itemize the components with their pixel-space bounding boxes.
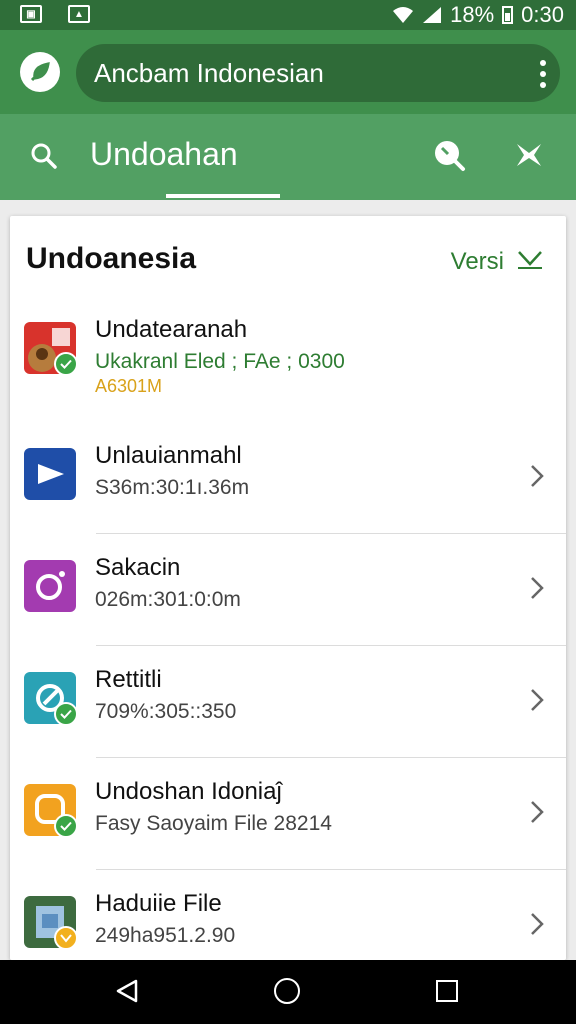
item-icon — [24, 560, 76, 612]
toolbar: Undoahan — [0, 114, 576, 200]
check-badge-icon — [54, 702, 78, 726]
warning-badge-icon — [54, 926, 78, 950]
check-badge-icon — [54, 814, 78, 838]
chevron-right-icon[interactable] — [530, 464, 544, 488]
list-item[interactable]: Unlauianmahl S36m:30:1ı.36m — [10, 422, 566, 534]
item-extra: A6301M — [95, 376, 163, 396]
list-item[interactable]: Haduiie File 249ha951.2.90 — [10, 870, 566, 960]
app-title-pill[interactable]: Ancbam Indonesian — [76, 44, 560, 102]
active-tab-indicator — [166, 194, 280, 198]
chevron-down-icon[interactable] — [516, 246, 544, 270]
check-badge-icon — [54, 352, 78, 376]
battery-icon — [502, 6, 514, 24]
item-name: Undatearanah — [95, 316, 248, 343]
item-subtitle: Ukakranl Eled ; FAe ; 0300 — [95, 350, 345, 373]
item-subtitle: 249ha951.2.90 — [95, 924, 236, 947]
download-card: Undoanesia Versi Undatearanah Ukakranl E… — [10, 216, 566, 960]
more-options-icon[interactable] — [540, 60, 546, 88]
navigation-bar — [0, 960, 576, 1024]
gallery-icon: ▣ — [20, 5, 42, 23]
app-logo-icon[interactable] — [20, 52, 60, 92]
version-link[interactable]: Versi — [451, 248, 504, 276]
back-icon[interactable] — [114, 978, 140, 1004]
recent-apps-icon[interactable] — [436, 980, 458, 1002]
app-title: Ancbam Indonesian — [94, 58, 324, 88]
item-subtitle: 709%:305::350 — [95, 700, 237, 723]
item-name: Sakacin — [95, 554, 181, 581]
list-item[interactable]: Undatearanah Ukakranl Eled ; FAe ; 0300 … — [10, 296, 566, 408]
chevron-right-icon[interactable] — [530, 800, 544, 824]
item-icon — [24, 448, 76, 500]
chevron-right-icon[interactable] — [530, 688, 544, 712]
card-heading: Undoanesia — [26, 242, 197, 275]
item-subtitle: 026m:301:0:0m — [95, 588, 241, 611]
app-bar: Ancbam Indonesian — [0, 30, 576, 114]
close-star-icon[interactable] — [514, 140, 544, 170]
item-subtitle: S36m:30:1ı.36m — [95, 476, 250, 499]
item-name: Undoshan Idoniaĵ — [95, 778, 282, 805]
notification-icon: ▲ — [68, 5, 90, 23]
battery-percent: 18% — [450, 2, 495, 27]
list-item[interactable]: Rettitli 709%:305::350 — [10, 646, 566, 758]
list-item[interactable]: Sakacin 026m:301:0:0m — [10, 534, 566, 646]
zoom-search-icon[interactable] — [432, 138, 466, 172]
clock: 0:30 — [521, 2, 564, 27]
item-name: Haduiie File — [95, 890, 222, 917]
item-subtitle: Fasy Saoyaim File 28214 — [95, 812, 332, 835]
search-icon[interactable] — [30, 142, 58, 170]
list-item[interactable]: Undoshan Idoniaĵ Fasy Saoyaim File 28214 — [10, 758, 566, 870]
item-name: Rettitli — [95, 666, 162, 693]
item-name: Unlauianmahl — [95, 442, 242, 469]
toolbar-title[interactable]: Undoahan — [90, 136, 238, 173]
signal-icon — [423, 7, 442, 23]
status-bar: ▣ ▲ 18% 0:30 — [0, 0, 576, 30]
home-icon[interactable] — [274, 978, 300, 1004]
chevron-right-icon[interactable] — [530, 576, 544, 600]
chevron-right-icon[interactable] — [530, 912, 544, 936]
wifi-icon — [393, 7, 414, 23]
